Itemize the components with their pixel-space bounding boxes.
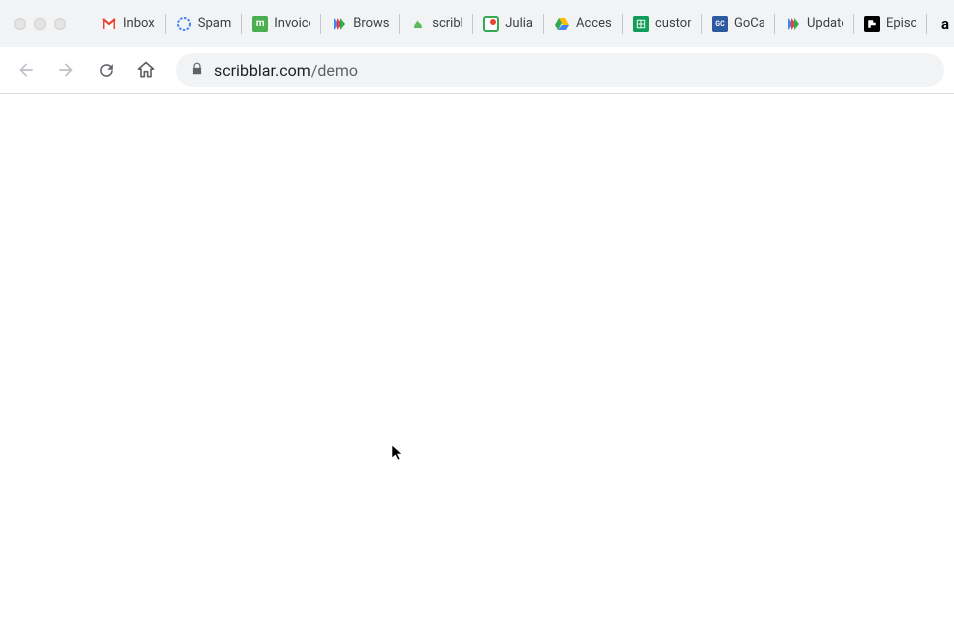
multiarrow-icon xyxy=(785,16,801,32)
bookmark-label: Updates xyxy=(807,16,843,31)
bookmark-label: Spam xyxy=(198,16,232,31)
bookmark-label: Inbox xyxy=(123,16,155,31)
bookmark-amazon[interactable]: a xyxy=(931,12,953,36)
gdrive-icon xyxy=(554,16,570,32)
traffic-close[interactable] xyxy=(14,18,26,30)
bookmark-customers[interactable]: customers xyxy=(627,12,697,36)
reload-button[interactable] xyxy=(90,54,122,86)
bookmark-inbox[interactable]: Inbox xyxy=(95,12,161,36)
scribblar-icon xyxy=(410,16,426,32)
bookmark-invoice[interactable]: m Invoice xyxy=(246,12,316,36)
gsheets-icon xyxy=(633,16,649,32)
traffic-maximize[interactable] xyxy=(54,18,66,30)
bookmark-gocardless[interactable]: GC GoCardless xyxy=(706,12,770,36)
bookmark-label: Episodes xyxy=(886,16,916,31)
toolbar: scribblar.com/demo xyxy=(0,47,954,93)
url-text: scribblar.com/demo xyxy=(214,61,358,80)
url-host: scribblar.com xyxy=(214,61,311,80)
lock-icon xyxy=(190,61,204,80)
m-icon: m xyxy=(252,16,268,32)
bookmark-label: Invoice xyxy=(274,16,310,31)
bookmark-scribblar[interactable]: scribblar xyxy=(404,12,468,36)
url-path: /demo xyxy=(311,61,358,80)
octo-icon xyxy=(176,16,192,32)
cursor-icon xyxy=(391,444,405,466)
julia-icon xyxy=(483,16,499,32)
bookmark-label: Browse xyxy=(353,16,389,31)
gc-icon: GC xyxy=(712,16,728,32)
bookmark-episodes[interactable]: Episodes xyxy=(858,12,922,36)
home-button[interactable] xyxy=(130,54,162,86)
bookmark-label: Julia xyxy=(505,16,533,31)
bookmark-label: scribblar xyxy=(432,16,462,31)
gmail-icon xyxy=(101,16,117,32)
back-button[interactable] xyxy=(10,54,42,86)
bookmark-spam[interactable]: Spam xyxy=(170,12,238,36)
forward-button[interactable] xyxy=(50,54,82,86)
flipboard-icon xyxy=(864,16,880,32)
amazon-icon: a xyxy=(937,16,953,32)
address-bar[interactable]: scribblar.com/demo xyxy=(176,53,944,87)
bookmarks-bar: Inbox Spam m Invoice Browse scribblar xyxy=(0,0,954,47)
multiarrow-icon xyxy=(331,16,347,32)
bookmark-label: Access xyxy=(576,16,612,31)
bookmark-access[interactable]: Access xyxy=(548,12,618,36)
traffic-minimize[interactable] xyxy=(34,18,46,30)
window-controls xyxy=(0,0,66,47)
bookmark-label: customers xyxy=(655,16,691,31)
bookmark-updates[interactable]: Updates xyxy=(779,12,849,36)
bookmark-browse[interactable]: Browse xyxy=(325,12,395,36)
bookmark-label: GoCardless xyxy=(734,16,764,31)
bookmark-julia[interactable]: Julia xyxy=(477,12,539,36)
page-content xyxy=(0,94,954,638)
